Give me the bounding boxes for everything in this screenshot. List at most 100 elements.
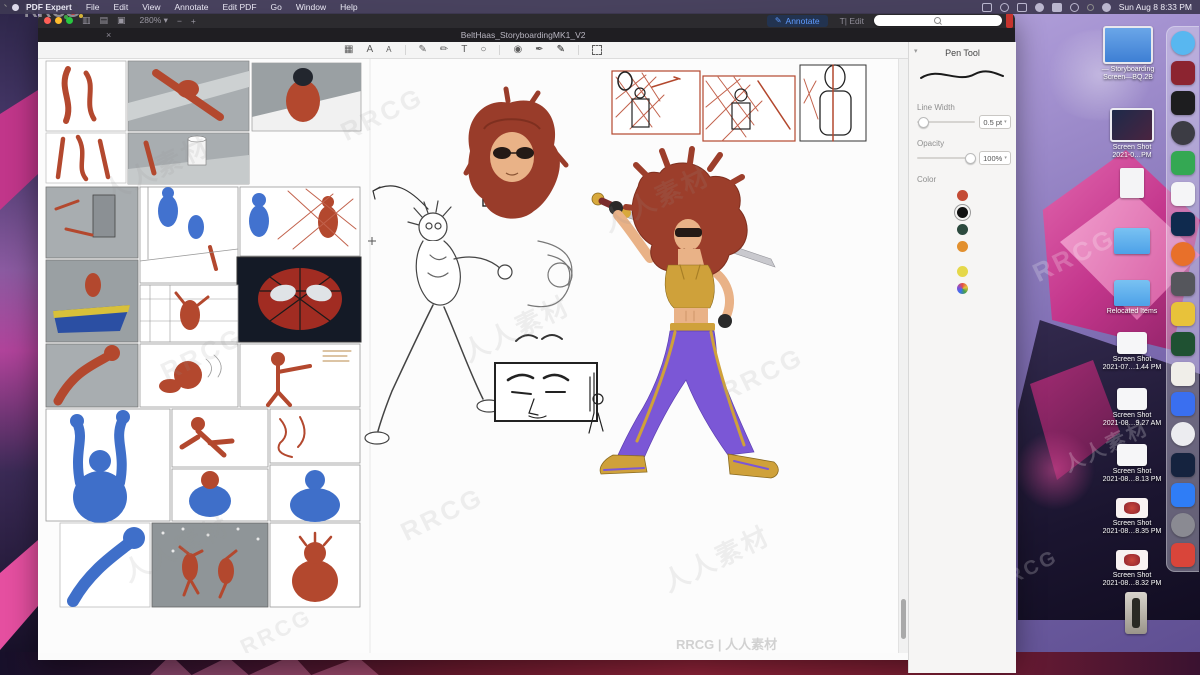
pen-icon: ✎ [774, 16, 782, 25]
menu-go[interactable]: Go [271, 2, 282, 12]
colored-head-sketch [463, 86, 569, 219]
highlighter-tool-icon[interactable]: ✏ [440, 42, 448, 58]
search-input[interactable] [874, 15, 1002, 26]
dock-icon-safari[interactable] [1171, 31, 1195, 55]
opacity-slider-thumb[interactable] [965, 153, 976, 164]
dock-icon-app-maroon[interactable] [1171, 61, 1195, 86]
color-swatch-yellow[interactable] [957, 266, 968, 277]
dock-icon-app-black[interactable] [1171, 91, 1195, 116]
display-status-icon[interactable] [981, 2, 992, 12]
tab-close-icon[interactable]: × [106, 30, 111, 40]
menu-edit[interactable]: Edit [114, 2, 129, 12]
dock-icon-photoshop[interactable] [1171, 211, 1195, 236]
color-swatch-red[interactable] [957, 190, 968, 201]
dock-icon-app-navy[interactable] [1171, 452, 1195, 477]
desktop-icon-image[interactable]: Screen Shot 2021-0…PM [1096, 108, 1168, 160]
text-style-tool-icon[interactable]: A [386, 42, 391, 58]
dock-icon-notes[interactable] [1171, 301, 1195, 326]
sidebar-toggle-icon[interactable]: ▥ [82, 13, 91, 28]
dock-icon-app-white-circle[interactable] [1171, 422, 1195, 447]
document-canvas[interactable]: 人人素材 RRCG 人人素材 RRCG 人人素材 RRCG 人人素材 RRCG … [38, 59, 898, 653]
reading-mode-icon[interactable]: ▣ [117, 13, 126, 28]
edit-mode-button[interactable]: T| Edit [840, 16, 864, 26]
zoom-level-dropdown[interactable]: 280% ▾ [140, 15, 168, 26]
window-title-bar: ▥ ▤ ▣ 280% ▾ − + ✎ Annotate T| Edit [38, 13, 1015, 28]
dock-icon-app-white[interactable] [1171, 181, 1195, 206]
desktop-icon-folder[interactable] [1096, 228, 1168, 256]
dock-icon-app-blue[interactable] [1171, 392, 1195, 417]
opacity-value-dropdown[interactable]: 100% ▾ [979, 151, 1011, 165]
desktop-icon-storyboarding[interactable]: — Storyboarding Screen—BQ.2B [1092, 26, 1164, 82]
control-center-icon[interactable] [1101, 2, 1111, 12]
battery-icon[interactable] [1051, 2, 1062, 12]
record-status-icon[interactable] [999, 2, 1009, 12]
desktop-icon-screenshot-1[interactable]: Screen Shot 2021-07…1.44 PM [1096, 332, 1168, 372]
selection-tool-icon[interactable] [591, 45, 602, 55]
menu-app-name[interactable]: PDF Expert [26, 2, 72, 12]
menu-help[interactable]: Help [340, 2, 357, 12]
stroke-preview [920, 70, 1004, 79]
desktop-icon-screenshot-3[interactable]: Screen Shot 2021-08…8.13 PM [1096, 444, 1168, 484]
menu-file[interactable]: File [86, 2, 100, 12]
color-swatch-orange[interactable] [957, 241, 968, 252]
document-artwork [45, 59, 867, 653]
menu-annotate[interactable]: Annotate [174, 2, 208, 12]
dock-icon-firefox[interactable] [1171, 241, 1195, 266]
file-thumbnail [1120, 168, 1144, 198]
dock-icon-app-dark-green[interactable] [1171, 332, 1195, 357]
desktop-icon-relocated-items[interactable]: Relocated Items [1096, 280, 1168, 316]
opacity-slider[interactable] [917, 153, 976, 164]
zoom-in-button[interactable]: + [191, 16, 196, 26]
desktop-icon-screenshot-2[interactable]: Screen Shot 2021-08…9.27 AM [1096, 388, 1168, 428]
folder-icon [1114, 280, 1150, 306]
line-width-value-dropdown[interactable]: 0.5 pt ▾ [979, 115, 1011, 129]
toolbar-divider [404, 45, 406, 55]
text-box-tool-icon[interactable]: T [461, 42, 467, 58]
dock-icon-app-gray[interactable] [1171, 271, 1195, 296]
active-pen-tool-icon[interactable]: ✎ [557, 42, 565, 58]
screen: RRCG 人人素材 RRCG ▥ ▤ ▣ 280% ▾ − + ✎ Annota… [0, 0, 1200, 675]
wifi-icon[interactable] [1069, 2, 1079, 12]
vertical-scrollbar-thumb[interactable] [901, 599, 906, 639]
color-swatch-black-selected[interactable] [953, 203, 972, 222]
text-highlight-tool-icon[interactable]: A [366, 42, 373, 58]
dock-icon-music[interactable] [1171, 542, 1195, 567]
line-width-slider-thumb[interactable] [918, 117, 929, 128]
tab-title[interactable]: BeltHaas_StoryboardingMK1_V2 [461, 30, 586, 40]
file-thumbnail [1116, 550, 1148, 570]
spotlight-search-icon[interactable] [1086, 3, 1094, 11]
signature-tool-icon[interactable]: ✒ [535, 42, 543, 58]
zoom-out-button[interactable]: − [177, 16, 182, 26]
desktop-icon-screenshot-4[interactable]: Screen Shot 2021-08…8.35 PM [1096, 498, 1168, 536]
desktop-icon-figure-image[interactable] [1100, 592, 1172, 634]
dock-icon-app-green[interactable] [1171, 151, 1195, 176]
color-swatch-multicolor[interactable] [957, 283, 968, 294]
annotate-mode-button[interactable]: ✎ Annotate [766, 14, 828, 27]
menu-edit-pdf[interactable]: Edit PDF [223, 2, 257, 12]
dock-icon-bluetooth-file[interactable] [1171, 482, 1195, 507]
file-thumbnail [1117, 444, 1147, 466]
menu-view[interactable]: View [142, 2, 160, 12]
dock-icon-app-dark[interactable] [1171, 121, 1195, 146]
dock-icon-app-gray-circle[interactable] [1171, 512, 1195, 537]
do-not-disturb-icon[interactable] [1034, 2, 1044, 12]
shape-tool-icon[interactable]: ○ [480, 42, 486, 58]
menu-window[interactable]: Window [296, 2, 326, 12]
file-thumbnail [1110, 108, 1154, 142]
vertical-scrollbar[interactable] [898, 59, 908, 653]
pen-tool-icon[interactable]: ✎ [419, 42, 427, 58]
screen-mirroring-icon[interactable] [1016, 2, 1027, 12]
dock-icon-textedit[interactable] [1171, 362, 1195, 387]
panel-collapse-icon[interactable]: ▾ [914, 47, 918, 55]
desktop-icon-document[interactable] [1096, 168, 1168, 198]
scan-tool-icon[interactable]: ▦ [344, 42, 353, 58]
desktop-icon-screenshot-5[interactable]: Screen Shot 2021-08…8.32 PM [1096, 550, 1168, 588]
apple-icon[interactable] [12, 3, 19, 11]
color-swatch-dark-green[interactable] [957, 224, 968, 235]
menu-clock[interactable]: Sun Aug 8 8:33 PM [1119, 2, 1192, 12]
file-thumbnail [1125, 592, 1147, 634]
bookmark-icon[interactable] [1006, 13, 1013, 28]
stamp-tool-icon[interactable]: ◉ [513, 42, 522, 58]
line-width-slider[interactable] [917, 117, 975, 128]
thumbnails-view-icon[interactable]: ▤ [100, 13, 109, 28]
